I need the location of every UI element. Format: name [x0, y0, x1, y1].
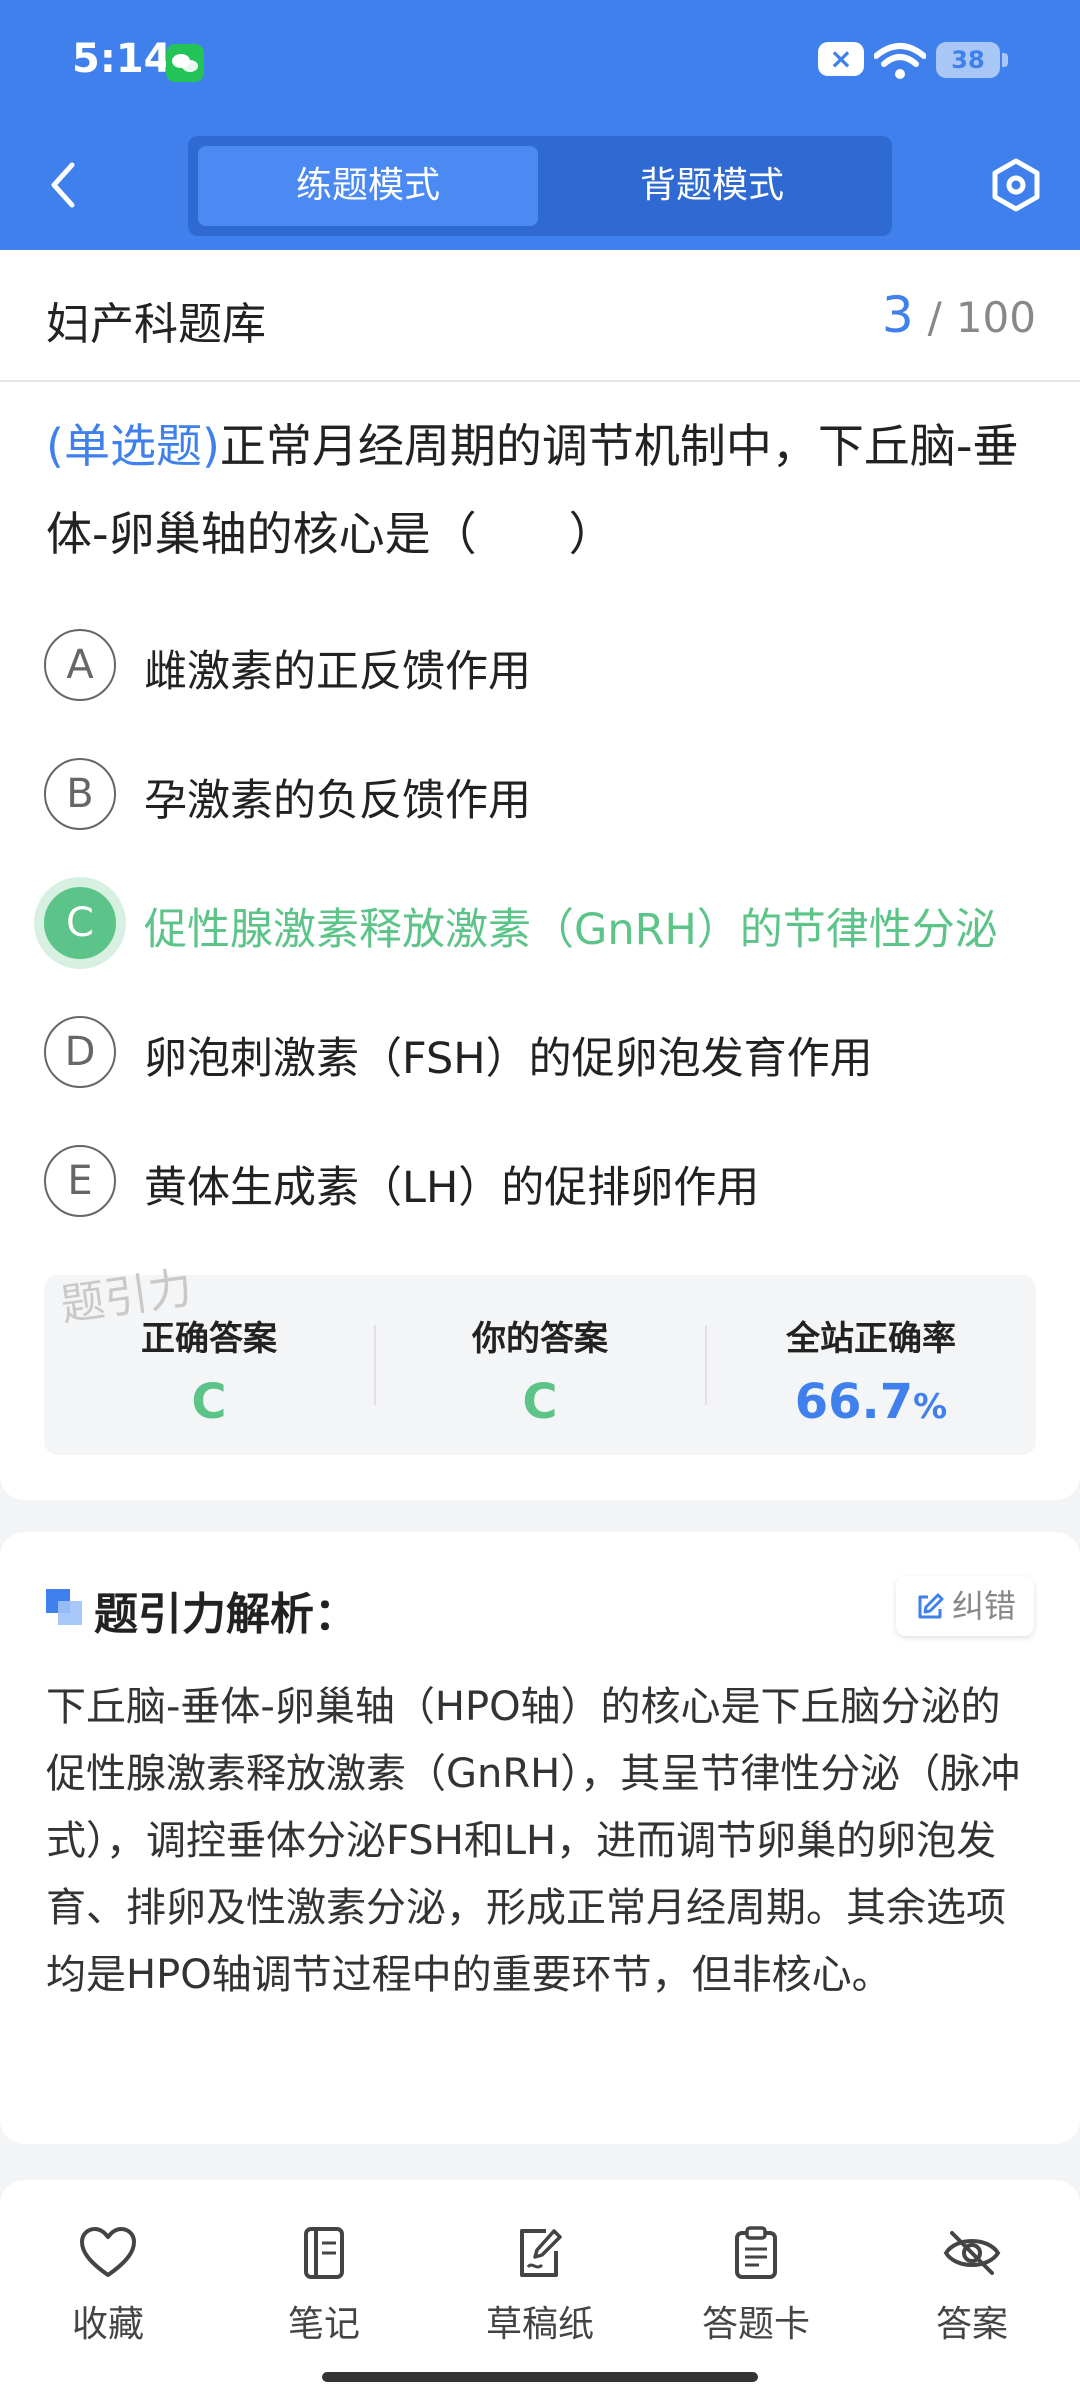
app-header: 5:14 × 38 练题模式 背题模式	[0, 0, 1080, 250]
option-letter: E	[44, 1145, 116, 1217]
edit-icon	[918, 1593, 944, 1619]
option-text: 卵泡刺激素（FSH）的促卵泡发育作用	[144, 1034, 873, 1084]
notes-label: 笔记	[287, 2304, 360, 2345]
option-letter: B	[44, 758, 116, 830]
clipboard-icon	[735, 2226, 777, 2279]
option-c[interactable]: C 促性腺激素释放激素（GnRH）的节律性分泌	[44, 883, 1054, 963]
your-answer-label: 你的答案	[472, 1319, 608, 1359]
option-letter: A	[44, 629, 116, 701]
site-accuracy-stat: 全站正确率 66.7%	[706, 1275, 1036, 1455]
draft-paper-label: 草稿纸	[485, 2304, 594, 2345]
option-letter: C	[44, 887, 116, 959]
question-progress[interactable]: 3 / 100	[882, 286, 1036, 344]
tab-practice-mode[interactable]: 练题模式	[198, 146, 538, 226]
your-answer-value: C	[522, 1374, 558, 1430]
wechat-icon	[166, 44, 204, 82]
question-type: (单选题)	[46, 419, 220, 473]
report-error-button[interactable]: 纠错	[895, 1576, 1034, 1636]
answer-sheet-label: 答题卡	[701, 2304, 810, 2345]
correct-answer-value: C	[191, 1374, 227, 1430]
status-time: 5:14	[72, 36, 172, 82]
eye-off-icon	[943, 2231, 1001, 2275]
answer-sheet-button[interactable]: 答题卡	[666, 2225, 846, 2347]
draft-paper-button[interactable]: 草稿纸	[450, 2225, 630, 2347]
site-accuracy-value: 66.7%	[706, 1374, 1036, 1430]
bank-name: 妇产科题库	[46, 299, 266, 350]
status-bar: 5:14 × 38	[0, 0, 1080, 125]
question-card: 妇产科题库 3 / 100 (单选题)正常月经周期的调节机制中，下丘脑-垂体-卵…	[0, 250, 1080, 1500]
no-sim-icon: ×	[818, 42, 864, 76]
bottom-toolbar: 收藏 笔记 草稿纸 答题卡 答案	[0, 2180, 1080, 2400]
option-text: 孕激素的负反馈作用	[144, 776, 531, 826]
progress-separator: /	[927, 293, 942, 342]
notebook-icon	[304, 2227, 344, 2279]
analysis-title: 题引力解析：	[94, 1589, 358, 1640]
battery-icon: 38	[936, 42, 1008, 78]
show-answer-button[interactable]: 答案	[882, 2225, 1062, 2347]
question-stem: (单选题)正常月经周期的调节机制中，下丘脑-垂体-卵巢轴的核心是（ ）	[46, 402, 1036, 578]
option-text: 黄体生成素（LH）的促排卵作用	[144, 1163, 760, 1213]
option-e[interactable]: E 黄体生成素（LH）的促排卵作用	[44, 1141, 1054, 1221]
tab-recite-mode[interactable]: 背题模式	[542, 146, 882, 226]
mode-switch: 练题模式 背题模式	[188, 136, 892, 236]
favorite-label: 收藏	[71, 2304, 144, 2345]
progress-current: 3	[881, 286, 914, 344]
progress-total: 100	[955, 293, 1036, 342]
heart-icon	[80, 2227, 136, 2277]
report-error-label: 纠错	[951, 1587, 1016, 1625]
back-icon[interactable]	[40, 155, 90, 215]
draft-icon	[520, 2229, 562, 2277]
home-indicator[interactable]	[322, 2372, 758, 2382]
show-answer-label: 答案	[935, 2304, 1008, 2345]
option-d[interactable]: D 卵泡刺激素（FSH）的促卵泡发育作用	[44, 1012, 1054, 1092]
option-text: 雌激素的正反馈作用	[144, 647, 531, 697]
wifi-icon	[874, 43, 926, 79]
site-accuracy-number: 66.7	[794, 1374, 914, 1430]
option-a[interactable]: A 雌激素的正反馈作用	[44, 625, 1054, 705]
option-b[interactable]: B 孕激素的负反馈作用	[44, 754, 1054, 834]
site-accuracy-unit: %	[913, 1387, 948, 1427]
your-answer-stat: 你的答案 C	[375, 1275, 705, 1455]
option-text: 促性腺激素释放激素（GnRH）的节律性分泌	[144, 905, 998, 955]
settings-icon[interactable]	[988, 157, 1044, 213]
analysis-icon	[46, 1589, 82, 1625]
analysis-card: 题引力解析： 纠错 下丘脑-垂体-卵巢轴（HPO轴）的核心是下丘脑分泌的促性腺激…	[0, 1532, 1080, 2144]
favorite-button[interactable]: 收藏	[18, 2225, 198, 2347]
site-accuracy-label: 全站正确率	[786, 1319, 956, 1359]
analysis-text: 下丘脑-垂体-卵巢轴（HPO轴）的核心是下丘脑分泌的促性腺激素释放激素（GnRH…	[46, 1684, 1021, 1998]
question-bank-row: 妇产科题库 3 / 100	[0, 250, 1080, 382]
option-letter: D	[44, 1016, 116, 1088]
notes-button[interactable]: 笔记	[234, 2225, 414, 2347]
